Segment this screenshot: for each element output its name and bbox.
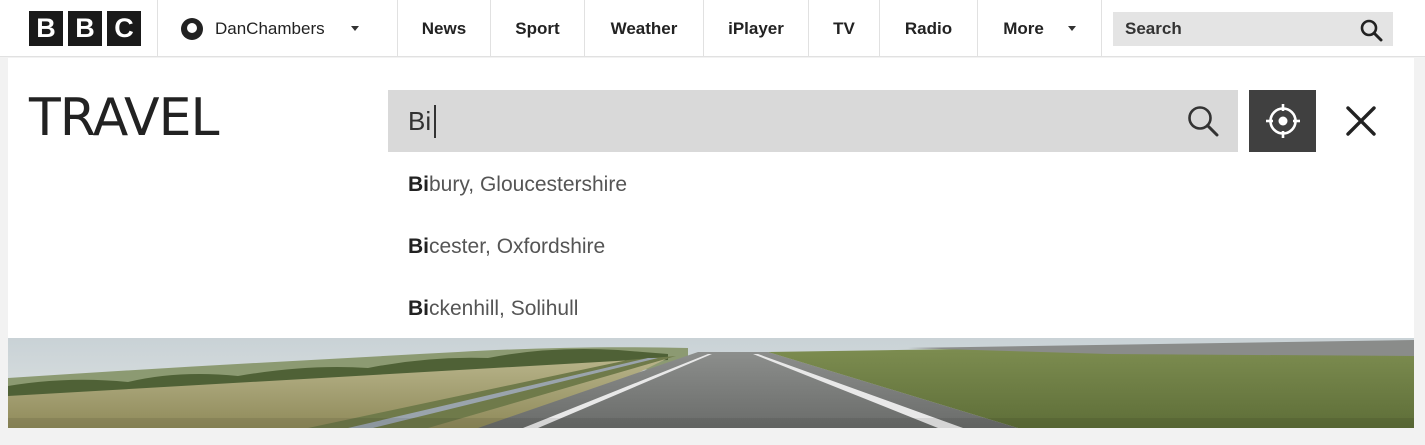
crosshair-icon [1265,104,1300,138]
location-suggestion[interactable]: Bibury, Gloucestershire [408,168,627,230]
nav-item-tv[interactable]: TV [808,0,879,57]
nav-item-more[interactable]: More [977,0,1102,57]
bbc-logo-letter: B [29,11,63,46]
search-icon[interactable] [1186,104,1222,140]
location-search-input[interactable]: Bi [388,90,1238,152]
nav-item-sport[interactable]: Sport [490,0,584,57]
suggestion-rest-text: bury, Gloucestershire [429,173,628,196]
nav-item-radio[interactable]: Radio [879,0,977,57]
chevron-down-icon [1067,26,1076,31]
suggestion-match-text: Bi [408,173,429,196]
suggestion-rest-text: ckenhill, Solihull [429,297,579,320]
nav-item-iplayer[interactable]: iPlayer [703,0,808,57]
account-username: DanChambers [215,18,325,38]
nav-item-news[interactable]: News [397,0,490,57]
page-title[interactable]: TRAVEL [29,92,219,144]
travel-location-panel: TRAVEL Bi Bibury, Gloucestershire Bicest… [8,58,1414,338]
nav-item-weather[interactable]: Weather [584,0,703,57]
location-suggestions-list: Bibury, Gloucestershire Bicester, Oxford… [408,168,627,354]
close-icon[interactable] [1343,103,1379,139]
bbc-logo[interactable]: B B C [29,11,141,46]
nav-more-label: More [1003,18,1044,38]
user-circle-icon [181,17,203,40]
suggestion-rest-text: cester, Oxfordshire [429,235,606,258]
account-menu[interactable]: DanChambers [157,0,397,57]
location-suggestion[interactable]: Bicester, Oxfordshire [408,230,627,292]
bbc-logo-letter: B [68,11,102,46]
bbc-logo-letter: C [107,11,141,46]
suggestion-match-text: Bi [408,297,429,320]
bbc-search-input[interactable]: Search [1113,12,1393,46]
bbc-search-placeholder: Search [1125,19,1182,38]
hero-road-image [8,338,1414,428]
road-landscape-illustration [8,338,1414,428]
chevron-down-icon [350,26,359,31]
text-cursor [434,104,437,138]
main-nav: DanChambers News Sport Weather iPlayer T… [157,0,1102,57]
use-my-location-button[interactable] [1249,90,1316,152]
bbc-top-navigation: B B C DanChambers News Sport Weather iPl… [0,0,1425,57]
search-icon[interactable] [1359,18,1383,42]
location-query-text: Bi [408,105,432,136]
suggestion-match-text: Bi [408,235,429,258]
